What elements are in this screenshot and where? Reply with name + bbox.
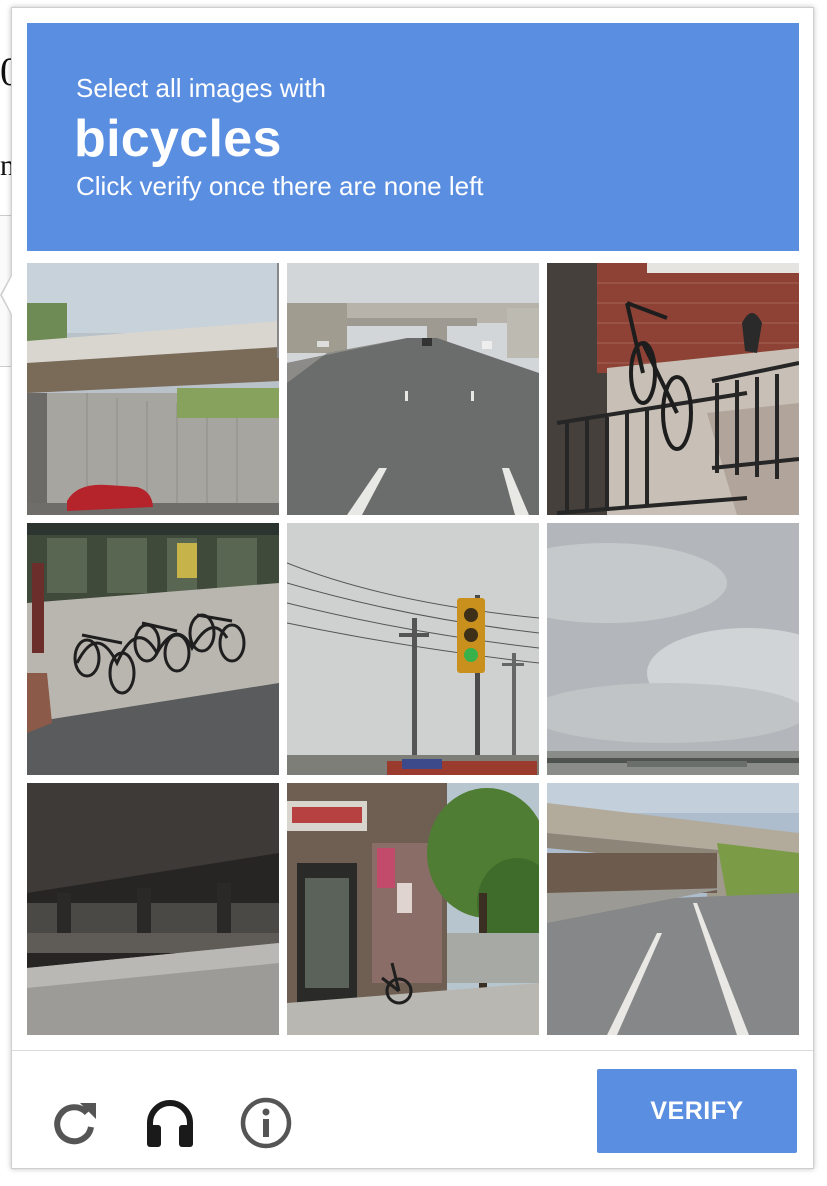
verify-button[interactable]: VERIFY <box>597 1069 797 1153</box>
tile-image <box>27 263 279 515</box>
image-tile-4[interactable] <box>27 523 279 775</box>
popup-pointer <box>0 273 13 317</box>
tile-image <box>287 263 539 515</box>
info-icon[interactable] <box>238 1095 294 1151</box>
image-tile-3[interactable] <box>547 263 799 515</box>
image-tile-2[interactable] <box>287 263 539 515</box>
sub-instruction-text: Click verify once there are none left <box>76 171 484 201</box>
tile-image <box>547 263 799 515</box>
tile-image <box>287 783 539 1035</box>
image-tile-1[interactable] <box>27 263 279 515</box>
challenge-header: Select all images with bicycles Click ve… <box>27 23 799 251</box>
image-tile-8[interactable] <box>287 783 539 1035</box>
image-tile-7[interactable] <box>27 783 279 1035</box>
tile-image <box>27 783 279 1035</box>
headphones-icon[interactable] <box>142 1095 198 1151</box>
instruction-text: Select all images with <box>76 73 326 103</box>
captcha-challenge-popup: Select all images with bicycles Click ve… <box>0 7 814 1169</box>
tile-image <box>547 783 799 1035</box>
image-tile-6[interactable] <box>547 523 799 775</box>
tile-image <box>547 523 799 775</box>
target-object-label: bicycles <box>74 110 282 168</box>
reload-icon[interactable] <box>46 1095 102 1151</box>
tile-image <box>27 523 279 775</box>
image-grid <box>27 263 799 1035</box>
tile-image <box>287 523 539 775</box>
image-tile-5[interactable] <box>287 523 539 775</box>
image-tile-9[interactable] <box>547 783 799 1035</box>
challenge-footer: VERIFY <box>12 1050 813 1169</box>
